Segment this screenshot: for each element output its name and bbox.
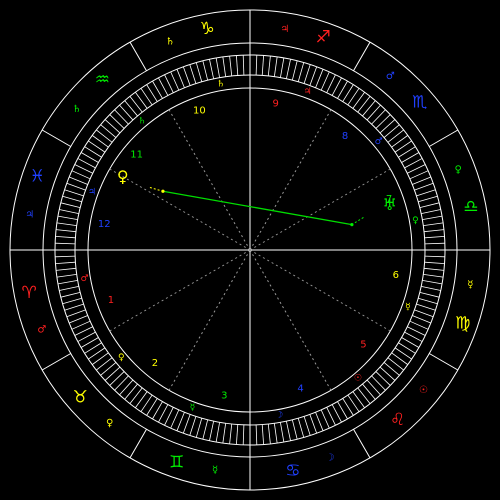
house-2-ruler-icon: ♀ — [118, 353, 125, 363]
sign-pisces-ruler-icon: ♃ — [25, 210, 34, 221]
sign-leo-ruler-icon: ☉ — [419, 385, 428, 396]
house-4-number: 4 — [297, 384, 303, 395]
house-9-ruler-icon: ♃ — [303, 87, 311, 97]
house-3-ruler-icon: ☿ — [190, 403, 196, 413]
house-7-ruler-icon: ♀ — [412, 216, 419, 226]
sign-gemini-icon: ♊ — [169, 453, 184, 473]
sign-libra-icon: ♎ — [463, 197, 478, 217]
house-8-ruler-icon: ♂ — [375, 137, 383, 147]
sign-taurus-icon: ♉ — [73, 388, 88, 408]
sign-capricorn-ruler-icon: ♄ — [166, 36, 175, 47]
sign-cancer-icon: ♋ — [285, 461, 300, 481]
sign-leo-icon: ♌ — [390, 410, 405, 430]
sign-taurus-ruler-icon: ♀ — [106, 418, 113, 429]
house-1-ruler-icon: ♂ — [81, 274, 89, 284]
sign-aquarius-ruler-icon: ♄ — [72, 104, 81, 115]
sign-sagittarius-ruler-icon: ♃ — [280, 24, 289, 35]
house-11-ruler-icon: ♄ — [138, 116, 146, 126]
house-4-ruler-icon: ☽ — [275, 410, 283, 420]
house-9-number: 9 — [273, 99, 279, 110]
sign-virgo-icon: ♍ — [455, 313, 470, 333]
house-2-number: 2 — [152, 358, 158, 369]
planet-venus-dot — [161, 189, 165, 193]
house-12-ruler-icon: ♃ — [88, 188, 96, 198]
astrology-chart-wheel: ♈♂♉♀♊ ☿ ♋☽♌☉♍☿♎♀♏♂♐♃♑♄♒♄♓♃ 1♂2♀3☿4☽5☉6☿7♀8… — [0, 0, 500, 500]
sign-aquarius-icon: ♒ — [95, 70, 110, 90]
sign-sagittarius-icon: ♐ — [316, 27, 331, 47]
sign-scorpio-icon: ♏ — [412, 92, 427, 112]
house-6-ruler-icon: ☿ — [405, 303, 411, 313]
sign-libra-ruler-icon: ♀ — [455, 165, 462, 176]
house-10-number: 10 — [193, 105, 206, 116]
house-10-ruler-icon: ♄ — [217, 80, 225, 90]
house-12-number: 12 — [98, 219, 111, 230]
planet-venus-icon: ♀ — [117, 167, 129, 186]
planet-uranus-icon: ♅ — [383, 195, 397, 214]
house-5-ruler-icon: ☉ — [354, 374, 362, 384]
planet-uranus-dot — [350, 222, 354, 227]
house-5-number: 5 — [360, 340, 366, 351]
house-6-number: 6 — [393, 270, 399, 281]
sign-aries-ruler-icon: ♂ — [37, 324, 46, 335]
house-1-number: 1 — [108, 295, 114, 306]
house-8-number: 8 — [342, 131, 348, 142]
sign-pisces-icon: ♓ — [30, 167, 45, 187]
sign-gemini-ruler-icon: ☿ — [212, 465, 218, 476]
house-3-number: 3 — [221, 390, 227, 401]
sign-capricorn-icon: ♑ — [199, 19, 214, 39]
house-11-number: 11 — [130, 149, 143, 160]
sign-scorpio-ruler-icon: ♂ — [386, 71, 395, 82]
sign-aries-icon: ♈ — [21, 283, 36, 303]
sign-cancer-ruler-icon: ☽ — [325, 453, 334, 464]
sign-virgo-ruler-icon: ☿ — [467, 279, 473, 290]
